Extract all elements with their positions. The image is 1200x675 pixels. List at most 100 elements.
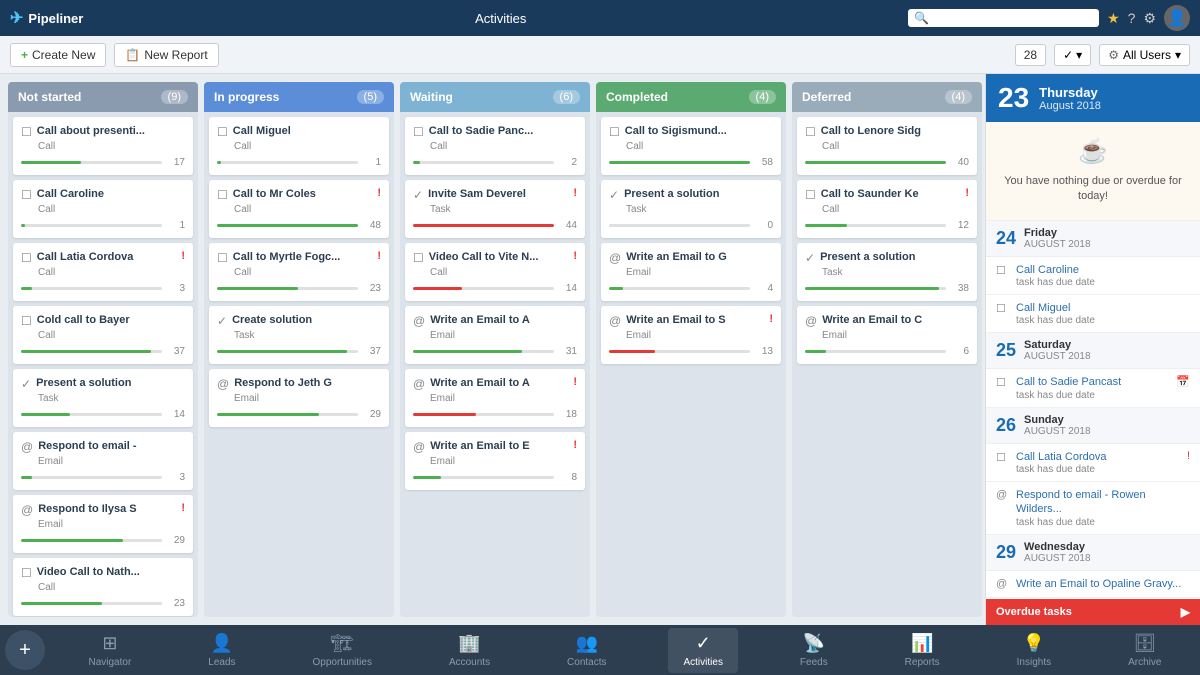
card-title: Call to Sigismund...: [625, 124, 773, 138]
search-box[interactable]: 🔍: [908, 9, 1099, 27]
progress-fill: [413, 476, 441, 479]
event-item[interactable]: @ Respond to email - Rowen Wilders... ta…: [986, 482, 1200, 535]
alert-icon: !: [573, 250, 577, 262]
nav-item-accounts[interactable]: 🏢 Accounts: [434, 628, 505, 673]
settings-icon[interactable]: ⚙: [1143, 10, 1156, 27]
nav-item-activities[interactable]: ✓ Activities: [668, 628, 737, 673]
task-card[interactable]: ☐ Video Call to Vite N... ! Call 14: [405, 243, 585, 301]
progress-fill: [21, 161, 81, 164]
calendar-day: 23: [998, 82, 1029, 114]
progress-bar: [805, 350, 946, 353]
progress-bar: [21, 287, 162, 290]
new-report-button[interactable]: 📋 New Report: [114, 43, 218, 67]
star-icon[interactable]: ★: [1107, 10, 1120, 27]
task-card[interactable]: @ Respond to Jeth G Email 29: [209, 369, 389, 427]
task-card[interactable]: ☐ Video Call to Nath... Call 23: [13, 558, 193, 616]
check-button[interactable]: ✓ ▾: [1054, 44, 1091, 66]
card-type-icon: ☐: [609, 125, 620, 139]
event-subtitle: task has due date: [1016, 277, 1190, 288]
progress-bar: [413, 413, 554, 416]
nav-item-navigator[interactable]: ⊞ Navigator: [73, 628, 146, 673]
task-card[interactable]: ☐ Call to Lenore Sidg Call 40: [797, 117, 977, 175]
event-type-icon: ☐: [996, 302, 1010, 315]
today-box: ☕ You have nothing due or overdue for to…: [986, 122, 1200, 221]
progress-number: 48: [363, 220, 381, 231]
task-card[interactable]: ☐ Cold call to Bayer Call 37: [13, 306, 193, 364]
nav-item-opportunities[interactable]: 🏗 Opportunities: [297, 628, 386, 673]
card-progress: 0: [609, 220, 773, 231]
nav-item-feeds[interactable]: 📡 Feeds: [785, 628, 843, 673]
overdue-bar[interactable]: Overdue tasks ▶: [986, 599, 1200, 625]
card-type-icon: @: [413, 314, 425, 328]
task-card[interactable]: ✓ Create solution Task 37: [209, 306, 389, 364]
progress-bar: [805, 224, 946, 227]
card-subtype: Call: [38, 204, 185, 215]
event-item[interactable]: ☐ Call to Sadie Pancast task has due dat…: [986, 369, 1200, 407]
progress-fill: [413, 350, 522, 353]
search-icon: 🔍: [914, 11, 929, 25]
task-card[interactable]: @ Respond to email - Email 3: [13, 432, 193, 490]
card-subtype: Call: [822, 204, 969, 215]
task-card[interactable]: ☐ Call to Sadie Panc... Call 2: [405, 117, 585, 175]
day-info: Sunday AUGUST 2018: [1024, 414, 1091, 437]
task-card[interactable]: ✓ Present a solution Task 14: [13, 369, 193, 427]
add-button[interactable]: +: [5, 630, 45, 670]
event-item[interactable]: @ Write an Email to Opaline Gravy...: [986, 571, 1200, 598]
contacts-nav-icon: 👥: [576, 633, 598, 654]
task-card[interactable]: ✓ Present a solution Task 38: [797, 243, 977, 301]
progress-bar: [21, 224, 162, 227]
progress-number: 31: [559, 346, 577, 357]
card-progress: 44: [413, 220, 577, 231]
nav-item-leads[interactable]: 👤 Leads: [193, 628, 250, 673]
nav-item-archive[interactable]: 🗄 Archive: [1113, 628, 1176, 673]
task-card[interactable]: ☐ Call to Saunder Ke ! Call 12: [797, 180, 977, 238]
event-item[interactable]: ☐ Call Caroline task has due date: [986, 257, 1200, 295]
task-card[interactable]: ☐ Call to Sigismund... Call 58: [601, 117, 781, 175]
card-title: Write an Email to G: [626, 250, 773, 264]
search-input[interactable]: [933, 11, 1093, 25]
task-card[interactable]: @ Write an Email to E ! Email 8: [405, 432, 585, 490]
task-card[interactable]: ☐ Call Miguel Call 1: [209, 117, 389, 175]
task-card[interactable]: ✓ Invite Sam Deverel ! Task 44: [405, 180, 585, 238]
overdue-label: Overdue tasks: [996, 606, 1072, 618]
card-header: ✓ Invite Sam Deverel !: [413, 187, 577, 202]
card-progress: 23: [217, 283, 381, 294]
kanban-board: Not started (9) ☐ Call about presenti...…: [0, 74, 985, 625]
user-avatar[interactable]: 👤: [1164, 5, 1190, 31]
progress-number: 6: [951, 346, 969, 357]
progress-number: 23: [167, 598, 185, 609]
task-card[interactable]: @ Write an Email to A Email 31: [405, 306, 585, 364]
event-item[interactable]: ☐ Call Latia Cordova task has due date !: [986, 444, 1200, 482]
task-card[interactable]: @ Write an Email to G Email 4: [601, 243, 781, 301]
task-card[interactable]: ☐ Call Caroline Call 1: [13, 180, 193, 238]
nav-item-reports[interactable]: 📊 Reports: [890, 628, 955, 673]
event-item[interactable]: ☐ Call Miguel task has due date: [986, 295, 1200, 333]
calendar-month: August 2018: [1039, 100, 1101, 112]
progress-bar: [609, 287, 750, 290]
card-subtype: Email: [822, 330, 969, 341]
all-users-button[interactable]: ⚙ All Users ▾: [1099, 44, 1190, 66]
progress-fill: [609, 350, 655, 353]
card-type-icon: @: [609, 314, 621, 328]
task-card[interactable]: @ Respond to Ilysa S ! Email 29: [13, 495, 193, 553]
task-card[interactable]: @ Write an Email to S ! Email 13: [601, 306, 781, 364]
task-card[interactable]: ✓ Present a solution Task 0: [601, 180, 781, 238]
task-card[interactable]: ☐ Call to Mr Coles ! Call 48: [209, 180, 389, 238]
task-card[interactable]: @ Write an Email to C Email 6: [797, 306, 977, 364]
card-subtype: Task: [822, 267, 969, 278]
nav-item-contacts[interactable]: 👥 Contacts: [552, 628, 621, 673]
app-logo[interactable]: ✈ Pipeliner: [10, 8, 83, 28]
card-type-icon: ☐: [217, 125, 228, 139]
card-header: ☐ Call to Sadie Panc...: [413, 124, 577, 139]
task-card[interactable]: ☐ Call to Myrtle Fogc... ! Call 23: [209, 243, 389, 301]
nav-item-insights[interactable]: 💡 Insights: [1002, 628, 1066, 673]
card-progress: 37: [21, 346, 185, 357]
task-card[interactable]: ☐ Call Latia Cordova ! Call 3: [13, 243, 193, 301]
task-card[interactable]: ☐ Call about presenti... Call 17: [13, 117, 193, 175]
progress-fill: [413, 287, 462, 290]
column-waiting: Waiting (6) ☐ Call to Sadie Panc... Call…: [400, 82, 590, 617]
create-new-button[interactable]: + Create New: [10, 43, 106, 67]
task-card[interactable]: @ Write an Email to A ! Email 18: [405, 369, 585, 427]
event-subtitle: task has due date: [1016, 315, 1190, 326]
help-icon[interactable]: ?: [1128, 10, 1136, 26]
